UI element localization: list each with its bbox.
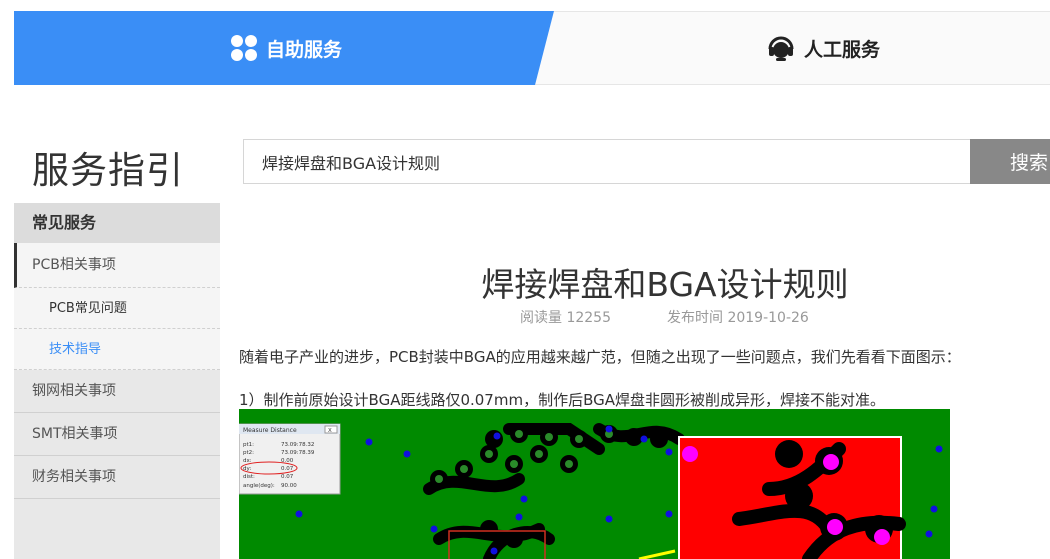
close-icon[interactable]: X bbox=[328, 428, 332, 434]
grid-icon bbox=[231, 35, 257, 61]
publish-date-value: 2019-10-26 bbox=[727, 310, 809, 326]
dialog-row-value: 73.09:78.39 bbox=[281, 450, 315, 456]
dialog-row-key: angle(deg): bbox=[243, 483, 275, 489]
sidebar: 常见服务 PCB相关事项 PCB常见问题 技术指导 钢网相关事项 SMT相关事项… bbox=[14, 203, 220, 559]
sidebar-item-finance[interactable]: 财务相关事项 bbox=[14, 456, 220, 499]
publish-date-label: 发布时间 bbox=[667, 310, 723, 326]
pcb-image: Measure Distance X pt1: 73.09:78.32 pt2:… bbox=[239, 409, 950, 559]
sidebar-header: 常见服务 bbox=[14, 203, 220, 243]
view-count-value: 12255 bbox=[566, 310, 611, 326]
tab-self-service-label: 自助服务 bbox=[266, 38, 343, 61]
page-title: 服务指引 bbox=[32, 149, 184, 192]
article-paragraph-point-1: 1）制作前原始设计BGA距线路仅0.07mm，制作后BGA焊盘非圆形被削成异形，… bbox=[239, 391, 885, 409]
tab-human-service[interactable]: 人工服务 bbox=[766, 11, 880, 85]
dialog-row-value: 90.00 bbox=[281, 483, 297, 489]
service-tabs: 自助服务 人工服务 bbox=[14, 11, 1050, 85]
article-title: 焊接焊盘和BGA设计规则 bbox=[481, 265, 849, 304]
publish-date: 发布时间 2019-10-26 bbox=[667, 307, 809, 327]
dialog-row-value: 0.07 bbox=[281, 474, 294, 480]
dialog-row-value: 73.09:78.32 bbox=[281, 442, 314, 448]
headset-icon bbox=[768, 36, 794, 61]
search-button[interactable]: 搜索 bbox=[970, 139, 1050, 184]
article-paragraph-intro: 随着电子产业的进步，PCB封装中BGA的应用越来越广范，但随之出现了一些问题点，… bbox=[239, 348, 961, 366]
dialog-row-key: dist: bbox=[243, 474, 255, 480]
sidebar-subitem-tech-guide[interactable]: 技术指导 bbox=[14, 329, 220, 370]
sidebar-item-smt[interactable]: SMT相关事项 bbox=[14, 413, 220, 456]
search-input[interactable] bbox=[243, 139, 971, 184]
tab-self-service[interactable]: 自助服务 bbox=[230, 11, 342, 85]
tab-human-service-label: 人工服务 bbox=[804, 38, 881, 61]
view-count: 阅读量 12255 bbox=[520, 307, 611, 327]
dialog-title: Measure Distance bbox=[243, 427, 297, 434]
pcb-bga-figure: Measure Distance X pt1: 73.09:78.32 pt2:… bbox=[239, 409, 950, 559]
sidebar-item-stencil[interactable]: 钢网相关事项 bbox=[14, 370, 220, 413]
dialog-row-key: pt2: bbox=[243, 450, 254, 456]
measure-distance-dialog: Measure Distance X pt1: 73.09:78.32 pt2:… bbox=[239, 423, 341, 495]
dialog-row-key: pt1: bbox=[243, 442, 254, 448]
view-count-label: 阅读量 bbox=[520, 310, 562, 326]
